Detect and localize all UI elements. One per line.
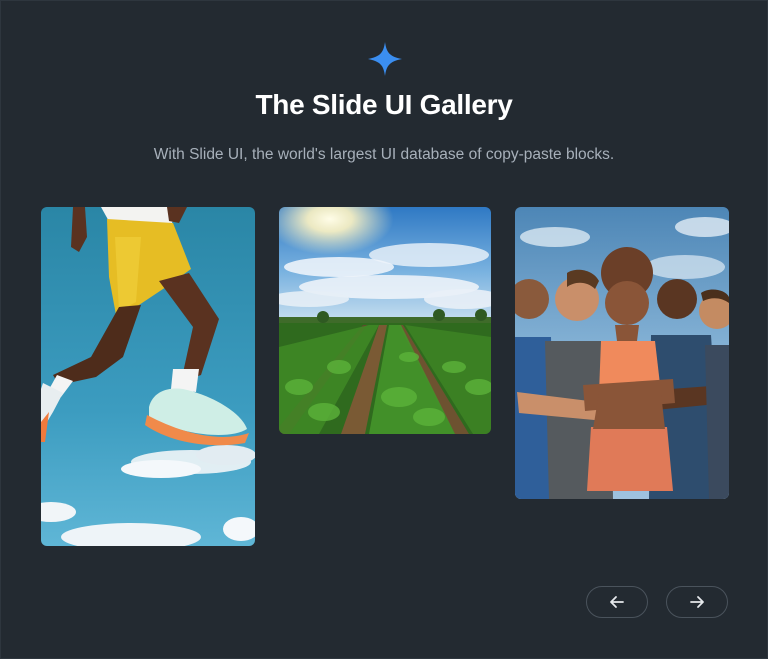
page-subtitle: With Slide UI, the world's largest UI da… [153, 146, 615, 163]
gallery-image-field[interactable] [279, 207, 491, 434]
gallery-page: The Slide UI Gallery With Slide UI, the … [0, 0, 768, 659]
athletes-image [515, 207, 729, 499]
arrow-right-icon [690, 596, 704, 608]
field-image [279, 207, 491, 434]
page-title: The Slide UI Gallery [255, 89, 513, 120]
previous-button[interactable] [586, 586, 648, 618]
arrow-left-icon [610, 596, 624, 608]
runner-image [41, 207, 255, 546]
sparkle-star-icon [368, 42, 402, 76]
next-button[interactable] [666, 586, 728, 618]
gallery-image-athletes[interactable] [515, 207, 729, 499]
gallery-image-runner[interactable] [41, 207, 255, 546]
